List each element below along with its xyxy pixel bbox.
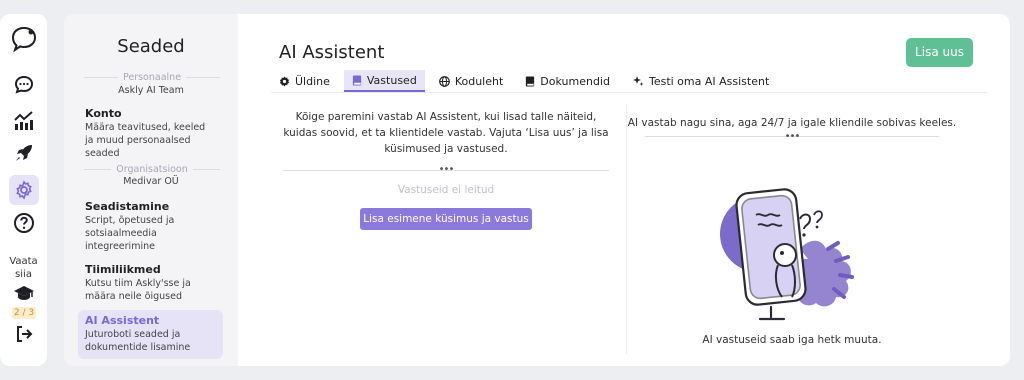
mirror-illustration (708, 179, 898, 333)
column-divider (626, 104, 627, 354)
sparkle-icon (632, 75, 644, 87)
section-label: Organisatsioon (116, 163, 188, 175)
sidebar-item-desc: Script, õpetused ja sotsiaalmeedia integ… (85, 215, 175, 252)
logout-icon[interactable] (14, 324, 34, 344)
tab-koduleht[interactable]: Koduleht (431, 70, 511, 92)
icon-rail: Vaata siia 2 / 3 (0, 14, 47, 366)
rocket-icon[interactable] (13, 142, 35, 164)
sidebar-item-desc: Juturoboti seaded ja dokumentide lisamin… (85, 329, 191, 353)
sidebar-item-desc: Kutsu tiim Askly'sse ja määra neile õigu… (85, 278, 191, 302)
tab-label: Üldine (295, 74, 330, 88)
document-book-icon (525, 75, 535, 87)
sidebar-item-title: Konto (85, 107, 122, 120)
section-label: Personaalne (122, 71, 182, 83)
tabs-divider (271, 92, 987, 93)
tab-label: Vastused (366, 73, 417, 87)
page-title: AI Assistent (279, 42, 385, 63)
section-org: Medivar OÜ (123, 176, 179, 187)
graduation-cap-icon[interactable] (13, 284, 35, 302)
tab-vastused[interactable]: Vastused (343, 70, 425, 92)
intro-text: Kõige paremini vastab AI Assistent, kui … (283, 111, 609, 155)
book-icon (352, 74, 362, 86)
sidebar-item-ai-assistent[interactable]: AI Assistent Juturoboti seaded ja dokume… (78, 310, 223, 359)
tab-label: Dokumendid (540, 74, 610, 88)
help-icon[interactable] (13, 212, 35, 234)
logo-bubble-icon[interactable] (9, 24, 39, 54)
main-content: AI Assistent Lisa uus Üldine Vastused Ko… (238, 14, 1010, 366)
sidebar-item-title: AI Assistent (85, 314, 160, 327)
globe-icon (438, 75, 450, 87)
settings-panel: Seaded Personaalne Askly AI Team Konto M… (64, 14, 1010, 366)
vaata-siia-label[interactable]: Vaata siia (0, 255, 47, 281)
section-separator: Personaalne (84, 70, 221, 84)
sidebar-title: Seaded (117, 36, 185, 57)
sidebar-item-konto[interactable]: Konto Määra teavitused, keeled ja muud p… (78, 103, 223, 165)
sidebar-item-title: Seadistamine (85, 200, 170, 213)
gear-icon (279, 76, 290, 87)
sidebar-item-seadistamine[interactable]: Seadistamine Script, õpetused ja sotsiaa… (78, 196, 223, 258)
info-column: AI vastab nagu sina, aga 24/7 ja igale k… (627, 109, 957, 142)
chat-icon[interactable] (13, 74, 35, 96)
sidebar-item-desc: Määra teavitused, keeled ja muud persona… (85, 122, 206, 159)
illustration-caption: AI vastuseid saab iga hetk muuta. (702, 334, 882, 346)
tab-dokumendid[interactable]: Dokumendid (517, 70, 618, 92)
empty-state-text: Vastuseid ei leitud (397, 184, 495, 196)
add-first-qa-button[interactable]: Lisa esimene küsimus ja vastus (360, 208, 532, 230)
analytics-icon[interactable] (12, 109, 36, 131)
sidebar-item-tiimiliikmed[interactable]: Tiimiliikmed Kutsu tiim Askly'sse ja mää… (78, 259, 223, 308)
tab-label: Koduleht (454, 74, 504, 88)
hint-text: AI vastab nagu sina, aga 24/7 ja igale k… (627, 117, 957, 129)
settings-gear-icon[interactable] (8, 175, 39, 205)
resize-handle-icon[interactable]: ••• (627, 132, 957, 142)
section-separator: Organisatsioon (84, 162, 220, 176)
tab-testi[interactable]: Testi oma AI Assistent (624, 70, 777, 92)
tab-label: Testi oma AI Assistent (648, 74, 770, 88)
answers-empty-state: Kõige paremini vastab AI Assistent, kui … (283, 109, 609, 230)
tab-uldine[interactable]: Üldine (271, 70, 338, 92)
add-new-button[interactable]: Lisa uus (906, 38, 973, 67)
tab-bar: Üldine Vastused Koduleht Dokumendid Test… (271, 70, 783, 92)
progress-badge: 2 / 3 (12, 307, 36, 319)
settings-sidebar: Seaded Personaalne Askly AI Team Konto M… (64, 14, 238, 366)
section-org: Askly AI Team (118, 85, 184, 96)
sidebar-item-title: Tiimiliikmed (85, 263, 161, 276)
